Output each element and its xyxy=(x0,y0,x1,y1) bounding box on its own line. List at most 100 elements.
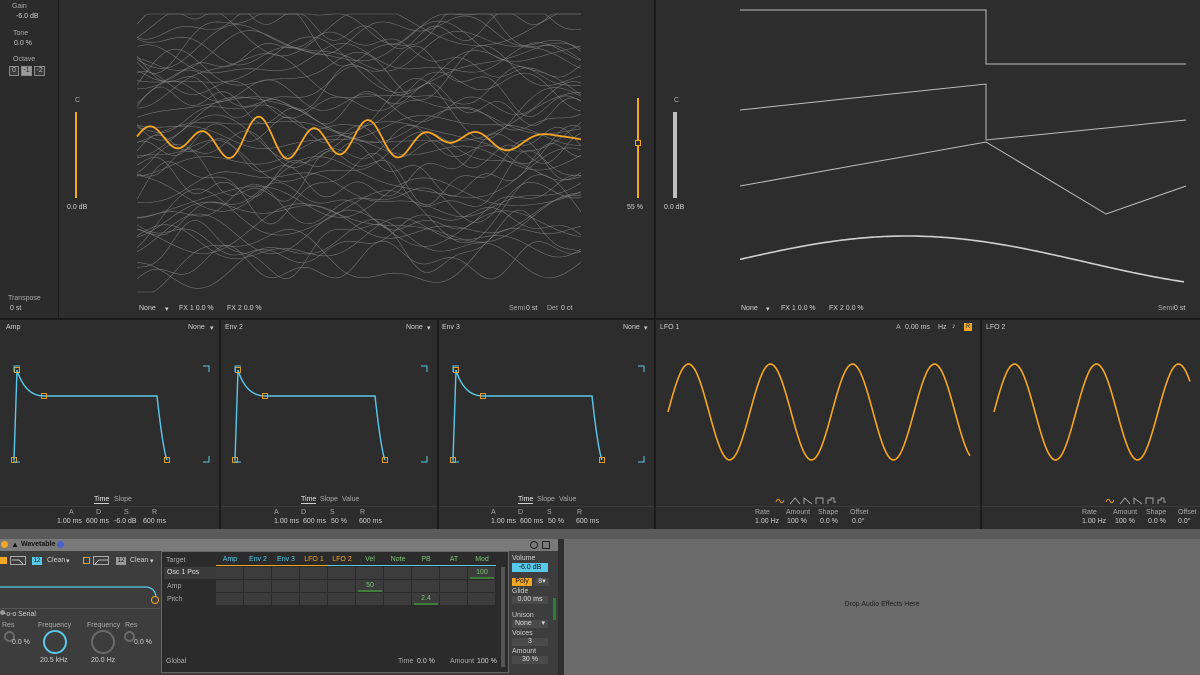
matrix-scrollbar[interactable] xyxy=(501,567,505,667)
filter1-freq-knob[interactable] xyxy=(43,630,67,654)
env-2-d-value[interactable]: 600 ms xyxy=(303,518,326,525)
osc2-fx-select[interactable]: None xyxy=(741,305,758,312)
lfo-1-rate-value[interactable]: 1.00 Hz xyxy=(755,518,779,525)
env-3-s-value[interactable]: 50 % xyxy=(548,518,564,525)
osc1-det-value[interactable]: 0 ct xyxy=(561,305,572,312)
env-amp-s-value[interactable]: -6.0 dB xyxy=(114,518,137,525)
matrix-cell[interactable] xyxy=(272,580,300,593)
matrix-cell[interactable] xyxy=(440,567,468,580)
matrix-cell[interactable] xyxy=(244,593,272,606)
wavetable-display[interactable] xyxy=(59,0,654,318)
matrix-cell[interactable] xyxy=(328,593,356,606)
octave-btn-minus2[interactable]: -2 xyxy=(34,66,45,76)
matrix-cell[interactable] xyxy=(384,580,412,593)
env-amp-a-value[interactable]: 1.00 ms xyxy=(57,518,82,525)
device-power-icon[interactable] xyxy=(1,541,8,548)
matrix-cell[interactable] xyxy=(384,567,412,580)
matrix-cell[interactable] xyxy=(216,567,244,580)
unison-amount-value[interactable]: 30 % xyxy=(512,656,548,664)
osc2-semi-value[interactable]: 0 st xyxy=(1174,305,1185,312)
matrix-cell[interactable] xyxy=(216,593,244,606)
device-settings-icon[interactable] xyxy=(530,541,538,549)
matrix-cell[interactable] xyxy=(300,593,328,606)
osc1-semi-value[interactable]: 0 st xyxy=(526,305,537,312)
matrix-cell-value[interactable]: 2.4 xyxy=(412,595,440,602)
matrix-cell[interactable] xyxy=(216,580,244,593)
osc1-fx2[interactable]: FX 2 0.0 % xyxy=(227,305,262,312)
matrix-cell[interactable] xyxy=(244,567,272,580)
matrix-cell-value[interactable]: 50 xyxy=(356,582,384,589)
env-amp-d-value[interactable]: 600 ms xyxy=(86,518,109,525)
filter1-freq-value[interactable]: 20.5 kHz xyxy=(40,657,68,664)
device-title-bar[interactable]: ▲ Wavetable xyxy=(0,539,558,551)
octave-btn-0[interactable]: 0 xyxy=(9,66,19,76)
lfo-2-shape-value[interactable]: 0.0 % xyxy=(1148,518,1166,525)
lfo-1-shape-value[interactable]: 0.0 % xyxy=(820,518,838,525)
env-3-tab-time[interactable]: Time xyxy=(518,496,534,504)
matrix-cell[interactable] xyxy=(468,593,496,606)
transpose-value[interactable]: 0 st xyxy=(10,305,21,312)
matrix-row-osc1pos[interactable]: Osc 1 Pos xyxy=(164,567,216,579)
matrix-cell[interactable] xyxy=(412,567,440,580)
matrix-cell-value[interactable]: 100 xyxy=(468,569,496,576)
gain-value[interactable]: -6.0 dB xyxy=(16,13,39,20)
device-hot-swap-icon[interactable] xyxy=(57,541,64,548)
lfo-2-offset-value[interactable]: 0.0° xyxy=(1178,518,1191,525)
matrix-row-pitch[interactable]: Pitch xyxy=(167,596,183,603)
glide-value[interactable]: 0.00 ms xyxy=(512,596,548,604)
matrix-cell[interactable] xyxy=(412,580,440,593)
matrix-cell[interactable] xyxy=(440,580,468,593)
routing-mode[interactable]: Serial xyxy=(18,611,36,618)
matrix-time-value[interactable]: 0.0 % xyxy=(417,658,435,665)
env-3-d-value[interactable]: 600 ms xyxy=(520,518,543,525)
lfo-1-offset-value[interactable]: 0.0° xyxy=(852,518,865,525)
env-2-r-value[interactable]: 600 ms xyxy=(359,518,382,525)
osc2-fx-dropdown-icon[interactable]: ▾ xyxy=(766,305,770,313)
osc2-waveform-display[interactable] xyxy=(656,0,1200,318)
lfo-2-rate-value[interactable]: 1.00 Hz xyxy=(1082,518,1106,525)
env-2-a-value[interactable]: 1.00 ms xyxy=(274,518,299,525)
env-amp-tab-slope[interactable]: Slope xyxy=(114,496,132,503)
unison-select[interactable]: None ▾ xyxy=(512,620,548,628)
matrix-cell[interactable] xyxy=(356,593,384,606)
filter2-res-value[interactable]: 0.0 % xyxy=(134,639,152,646)
filter1-res-value[interactable]: 0.0 % xyxy=(12,639,30,646)
matrix-cell[interactable] xyxy=(356,567,384,580)
env-3-a-value[interactable]: 1.00 ms xyxy=(491,518,516,525)
volume-value[interactable]: -6.0 dB xyxy=(512,563,548,572)
voices-value[interactable]: 3 xyxy=(512,638,548,646)
osc1-fx-select[interactable]: None xyxy=(139,305,156,312)
matrix-cell[interactable] xyxy=(328,567,356,580)
matrix-cell[interactable] xyxy=(328,580,356,593)
matrix-cell[interactable] xyxy=(384,593,412,606)
matrix-cell[interactable] xyxy=(468,580,496,593)
env-amp-graph[interactable] xyxy=(0,320,219,529)
osc2-fx2[interactable]: FX 2 0.0 % xyxy=(829,305,864,312)
matrix-cell[interactable] xyxy=(300,567,328,580)
filter2-freq-knob[interactable] xyxy=(91,630,115,654)
matrix-cell[interactable] xyxy=(272,567,300,580)
poly-voices[interactable]: 8▾ xyxy=(535,578,549,586)
env-2-s-value[interactable]: 50 % xyxy=(331,518,347,525)
poly-button[interactable]: Poly xyxy=(512,578,532,586)
env-3-tab-slope[interactable]: Slope xyxy=(537,496,555,503)
matrix-cell[interactable] xyxy=(244,580,272,593)
octave-btn-minus1[interactable]: -1 xyxy=(21,66,32,76)
filter-response-graph[interactable] xyxy=(0,551,160,611)
env-amp-r-value[interactable]: 600 ms xyxy=(143,518,166,525)
device-save-icon[interactable] xyxy=(542,541,550,549)
matrix-cell[interactable] xyxy=(272,593,300,606)
env-3-tab-value[interactable]: Value xyxy=(559,496,576,503)
matrix-cell[interactable] xyxy=(440,593,468,606)
env-amp-tab-time[interactable]: Time xyxy=(94,496,110,504)
lfo-1-amount-value[interactable]: 100 % xyxy=(787,518,807,525)
env-2-tab-value[interactable]: Value xyxy=(342,496,359,503)
matrix-amount-value[interactable]: 100 % xyxy=(477,658,497,665)
audio-effects-drop-zone[interactable]: Drop Audio Effects Here xyxy=(564,539,1200,675)
routing-icon[interactable]: -o-o xyxy=(4,611,16,618)
filter2-freq-value[interactable]: 20.0 Hz xyxy=(91,657,115,664)
osc2-fx1[interactable]: FX 1 0.0 % xyxy=(781,305,816,312)
device-fold-icon[interactable]: ▲ xyxy=(11,540,19,549)
env-3-r-value[interactable]: 600 ms xyxy=(576,518,599,525)
osc1-fx1[interactable]: FX 1 0.0 % xyxy=(179,305,214,312)
